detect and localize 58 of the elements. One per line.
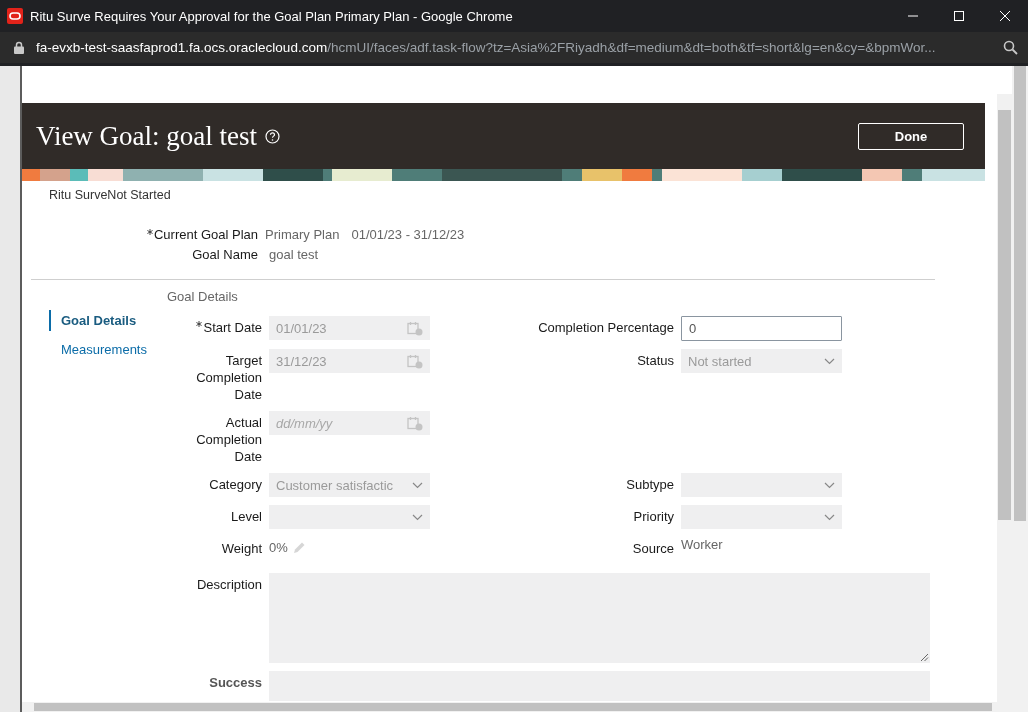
textarea-field[interactable]	[269, 573, 930, 663]
field-label: Completion Percentage	[538, 319, 674, 336]
calendar-icon[interactable]	[407, 320, 423, 336]
dropdown-field[interactable]	[269, 505, 430, 529]
required-icon	[196, 321, 203, 327]
required-icon	[146, 229, 153, 235]
field-label: Actual Completion Date	[195, 414, 262, 465]
chevron-down-icon	[412, 481, 423, 489]
field-label: Weight	[221, 540, 262, 557]
page-title: View Goal: goal test	[36, 120, 258, 152]
lock-icon	[14, 41, 24, 54]
dropdown-field[interactable]	[681, 473, 842, 497]
field-value: 01/01/23 - 31/12/23	[351, 227, 465, 242]
chevron-down-icon	[412, 513, 423, 521]
field-label: Current Goal Plan	[153, 227, 258, 242]
url-text[interactable]: fa-evxb-test-saasfaprod1.fa.ocs.oraclecloud.com/hcmUI/faces/adf.task-flow?tz=Asia%2FRiyadh&df=medium&dt=both&tf=short&lg=en&cy=&bpmWor...	[36, 40, 991, 55]
nav-link[interactable]: Goal Details	[49, 310, 167, 331]
search-icon[interactable]	[1003, 40, 1018, 55]
field-label: Start Date	[203, 319, 262, 336]
weight-value: 0%	[269, 540, 288, 555]
calendar-icon[interactable]	[407, 415, 423, 431]
scrollbar-thumb[interactable]	[998, 110, 1011, 520]
field-label: Success	[209, 674, 262, 691]
scrollbar[interactable]	[22, 702, 1012, 712]
field-label: Subtype	[626, 476, 674, 493]
field-value: Worker	[681, 537, 723, 552]
field-label: Category	[209, 476, 262, 493]
field-value: goal test	[269, 247, 319, 262]
field-label: Source	[632, 540, 674, 557]
text-field[interactable]: 0	[681, 316, 842, 341]
scrollbar[interactable]	[1012, 66, 1028, 712]
chevron-down-icon	[824, 357, 835, 365]
field-label: Priority	[633, 508, 674, 525]
field-label: Goal Name	[192, 247, 258, 262]
field-value: Primary Plan	[265, 227, 340, 242]
maximize-icon[interactable]	[953, 10, 965, 22]
app-logo-icon	[7, 8, 23, 24]
pencil-icon[interactable]	[291, 540, 306, 555]
close-icon[interactable]	[999, 10, 1011, 22]
resize-grip-icon[interactable]	[920, 653, 929, 662]
scrollbar-thumb[interactable]	[1014, 66, 1026, 521]
address-bar[interactable]: fa-evxb-test-saasfaprod1.fa.ocs.oraclecloud.com/hcmUI/faces/adf.task-flow?tz=Asia%2FRiyadh&df=medium&dt=both&tf=short&lg=en&cy=&bpmWor...	[0, 32, 1028, 63]
window-title: Ritu Surve Requires Your Approval for the Goal Plan Primary Plan - Google Chrome	[30, 8, 514, 24]
field-label: Description	[196, 576, 262, 593]
chevron-down-icon	[824, 481, 835, 489]
status-text: Ritu SurveNot Started	[49, 188, 172, 202]
dropdown-field[interactable]	[681, 505, 842, 529]
done-button[interactable]: Done	[858, 122, 964, 150]
nav-link[interactable]: Measurements	[49, 339, 167, 360]
scrollbar-thumb[interactable]	[34, 703, 992, 711]
section-title: Goal Details	[167, 289, 239, 304]
field-label: Status	[637, 352, 674, 369]
help-icon[interactable]	[265, 128, 281, 144]
field-label: Level	[230, 508, 262, 525]
chevron-down-icon	[824, 513, 835, 521]
field-label: Target Completion Date	[195, 352, 262, 403]
calendar-icon[interactable]	[407, 353, 423, 369]
scrollbar[interactable]	[997, 94, 1012, 702]
